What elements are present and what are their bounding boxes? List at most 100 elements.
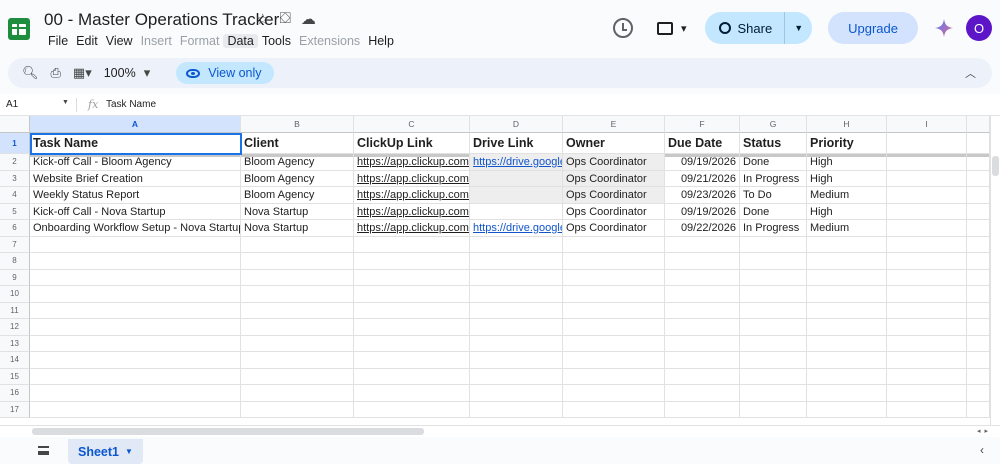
cell-h16[interactable] <box>807 385 887 402</box>
cell-b2[interactable]: Bloom Agency <box>241 154 354 171</box>
cell-h7[interactable] <box>807 236 887 253</box>
cell-e10[interactable] <box>563 286 665 303</box>
cell-d7[interactable] <box>470 236 563 253</box>
cell-e15[interactable] <box>563 368 665 385</box>
cell-x8[interactable] <box>967 253 990 270</box>
cell-x12[interactable] <box>967 319 990 336</box>
cell-i3[interactable] <box>887 170 967 187</box>
column-header-f[interactable]: F <box>665 116 740 133</box>
cell-d12[interactable] <box>470 319 563 336</box>
cell-x4[interactable] <box>967 187 990 204</box>
view-only-button[interactable]: View only <box>176 62 274 84</box>
cell-i2[interactable] <box>887 154 967 171</box>
cell-x13[interactable] <box>967 335 990 352</box>
cell-c7[interactable] <box>354 236 470 253</box>
account-avatar[interactable]: O <box>966 15 992 41</box>
cell-e9[interactable] <box>563 269 665 286</box>
cell-i9[interactable] <box>887 269 967 286</box>
cell-g15[interactable] <box>740 368 807 385</box>
cell-b11[interactable] <box>241 302 354 319</box>
column-header-e[interactable]: E <box>563 116 665 133</box>
cell-i12[interactable] <box>887 319 967 336</box>
cell-d8[interactable] <box>470 253 563 270</box>
cell-x6[interactable] <box>967 220 990 237</box>
sheets-logo-icon[interactable] <box>8 18 30 40</box>
cell-g4[interactable]: To Do <box>740 187 807 204</box>
cell-x14[interactable] <box>967 352 990 369</box>
cell-h4[interactable]: Medium <box>807 187 887 204</box>
cell-g1[interactable]: Status <box>740 133 807 154</box>
cell-i13[interactable] <box>887 335 967 352</box>
paint-format-icon[interactable]: ▦▾ <box>73 65 92 81</box>
cell-i15[interactable] <box>887 368 967 385</box>
cell-h1[interactable]: Priority <box>807 133 887 154</box>
cell-b17[interactable] <box>241 401 354 418</box>
row-header-17[interactable]: 17 <box>0 401 30 418</box>
cell-d4[interactable] <box>470 187 563 204</box>
cell-f4[interactable]: 09/23/2026 <box>665 187 740 204</box>
cell-e3[interactable]: Ops Coordinator <box>563 170 665 187</box>
cell-b6[interactable]: Nova Startup <box>241 220 354 237</box>
cell-d13[interactable] <box>470 335 563 352</box>
cell-a7[interactable] <box>30 236 241 253</box>
name-box-chevron-down-icon[interactable]: ▼ <box>62 99 69 106</box>
row-header-3[interactable]: 3 <box>0 170 30 187</box>
column-header-h[interactable]: H <box>807 116 887 133</box>
cell-i14[interactable] <box>887 352 967 369</box>
cell-f2[interactable]: 09/19/2026 <box>665 154 740 171</box>
cell-d3[interactable] <box>470 170 563 187</box>
cell-c16[interactable] <box>354 385 470 402</box>
cell-c8[interactable] <box>354 253 470 270</box>
row-header-14[interactable]: 14 <box>0 352 30 369</box>
cell-e16[interactable] <box>563 385 665 402</box>
menu-help[interactable]: Help <box>364 34 398 48</box>
cell-i10[interactable] <box>887 286 967 303</box>
cell-b15[interactable] <box>241 368 354 385</box>
menu-tools[interactable]: Tools <box>258 34 295 48</box>
share-options-chevron-icon[interactable]: ▼ <box>785 23 812 33</box>
cell-b13[interactable] <box>241 335 354 352</box>
cell-h6[interactable]: Medium <box>807 220 887 237</box>
row-header-4[interactable]: 4 <box>0 187 30 204</box>
formula-input[interactable]: Task Name <box>106 99 156 110</box>
cell-e6[interactable]: Ops Coordinator <box>563 220 665 237</box>
row-header-1[interactable]: 1 <box>0 133 30 154</box>
cell-h17[interactable] <box>807 401 887 418</box>
row-header-16[interactable]: 16 <box>0 385 30 402</box>
cell-a11[interactable] <box>30 302 241 319</box>
cell-d2[interactable]: https://drive.google. <box>470 154 563 171</box>
cell-a4[interactable]: Weekly Status Report <box>30 187 241 204</box>
cell-f10[interactable] <box>665 286 740 303</box>
cell-e14[interactable] <box>563 352 665 369</box>
all-sheets-menu-icon[interactable] <box>38 446 49 455</box>
column-header-d[interactable]: D <box>470 116 563 133</box>
cell-e8[interactable] <box>563 253 665 270</box>
row-header-10[interactable]: 10 <box>0 286 30 303</box>
zoom-chevron-down-icon[interactable]: ▾ <box>144 65 151 81</box>
cell-g6[interactable]: In Progress <box>740 220 807 237</box>
cell-x17[interactable] <box>967 401 990 418</box>
cell-g17[interactable] <box>740 401 807 418</box>
cell-x10[interactable] <box>967 286 990 303</box>
cell-x7[interactable] <box>967 236 990 253</box>
cell-h3[interactable]: High <box>807 170 887 187</box>
cell-i5[interactable] <box>887 203 967 220</box>
cell-g12[interactable] <box>740 319 807 336</box>
zoom-select[interactable]: 100% <box>104 66 136 80</box>
cell-d5[interactable] <box>470 203 563 220</box>
cell-h5[interactable]: High <box>807 203 887 220</box>
cell-g9[interactable] <box>740 269 807 286</box>
cell-f16[interactable] <box>665 385 740 402</box>
column-header-b[interactable]: B <box>241 116 354 133</box>
cell-x1[interactable] <box>967 133 990 154</box>
menu-view[interactable]: View <box>102 34 137 48</box>
vertical-scroll-thumb[interactable] <box>992 156 999 176</box>
row-header-5[interactable]: 5 <box>0 203 30 220</box>
row-header-8[interactable]: 8 <box>0 253 30 270</box>
cell-d14[interactable] <box>470 352 563 369</box>
cell-b14[interactable] <box>241 352 354 369</box>
cell-i6[interactable] <box>887 220 967 237</box>
cell-h12[interactable] <box>807 319 887 336</box>
cell-h2[interactable]: High <box>807 154 887 171</box>
cell-b4[interactable]: Bloom Agency <box>241 187 354 204</box>
